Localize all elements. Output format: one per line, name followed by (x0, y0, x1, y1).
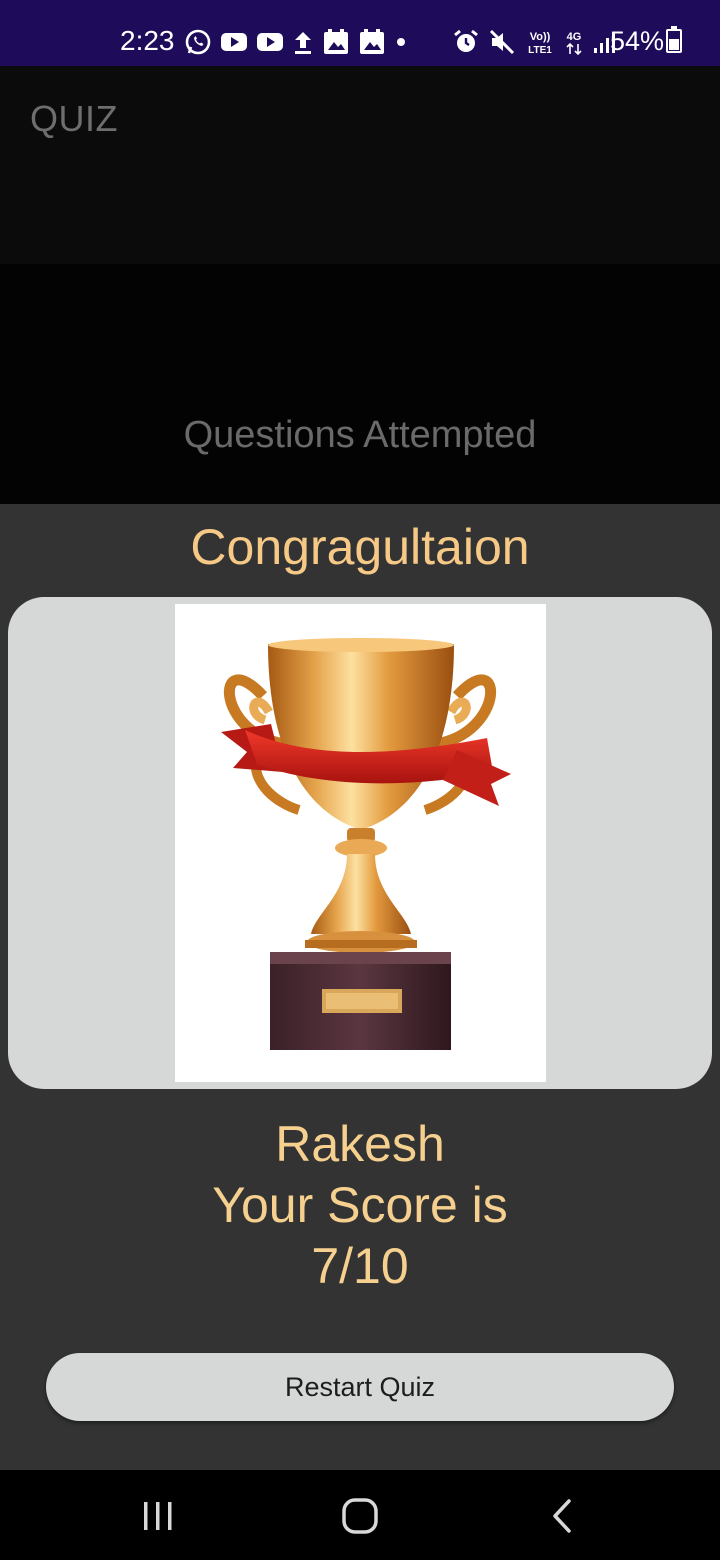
upload-icon (292, 27, 314, 57)
svg-text:LTE1: LTE1 (528, 45, 552, 56)
alarm-icon (452, 27, 480, 57)
score-value: 7/10 (311, 1238, 409, 1294)
svg-text:Vo)): Vo)) (530, 31, 551, 43)
battery-percentage: 54% (610, 26, 665, 56)
app-bar (0, 66, 720, 264)
back-icon (553, 1499, 571, 1533)
volte-icon: Vo)) LTE1 (524, 27, 556, 57)
youtube-icon (220, 27, 248, 57)
status-time: 2:23 (120, 25, 175, 56)
home-button[interactable] (320, 1492, 400, 1540)
quiz-result-screen: 2:23 Vo)) LTE1 4G 54% QUIZ Questions Att… (0, 0, 720, 1560)
svg-text:4G: 4G (567, 31, 582, 43)
player-name: Rakesh (275, 1116, 445, 1172)
score-label: Your Score is (212, 1177, 508, 1233)
recent-apps-button[interactable] (118, 1492, 198, 1540)
recent-apps-icon (144, 1502, 172, 1530)
gallery-icon (322, 27, 350, 57)
battery-icon (666, 26, 682, 53)
progress-band (0, 264, 720, 504)
4g-icon: 4G (564, 27, 584, 57)
gallery-icon (358, 27, 386, 57)
whatsapp-icon (184, 27, 212, 57)
restart-quiz-button[interactable]: Restart Quiz (46, 1353, 674, 1421)
back-button[interactable] (522, 1492, 602, 1540)
home-icon (342, 1498, 378, 1534)
system-icons: Vo)) LTE1 4G (452, 26, 618, 58)
dot-icon (394, 27, 408, 57)
navigation-bar (0, 1470, 720, 1560)
youtube-icon (256, 27, 284, 57)
notification-icons (184, 26, 408, 58)
questions-attempted-label: Questions Attempted (183, 414, 537, 456)
status-bar: 2:23 Vo)) LTE1 4G 54% (0, 0, 720, 66)
mute-icon (488, 27, 516, 57)
app-title: QUIZ (30, 98, 118, 139)
trophy-image (175, 604, 546, 1082)
congratulations-heading: Congragultaion (190, 519, 530, 575)
